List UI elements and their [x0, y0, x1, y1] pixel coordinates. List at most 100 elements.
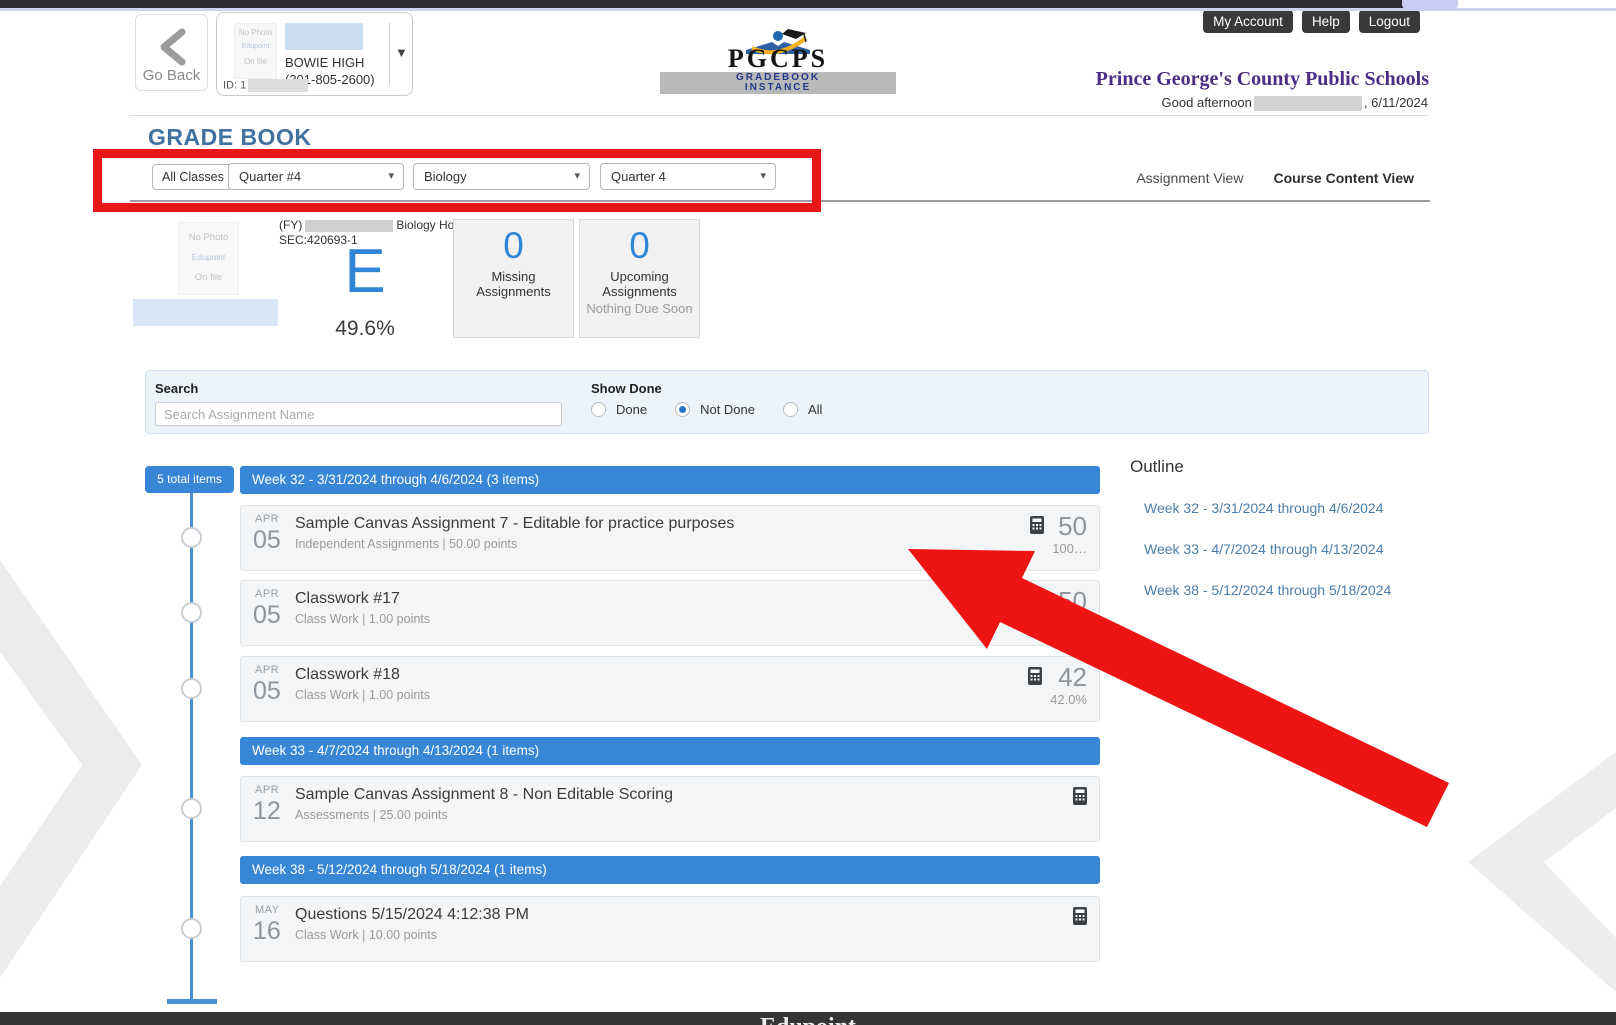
timeline-node: [181, 918, 202, 939]
outline-link-week33[interactable]: Week 33 - 4/7/2024 through 4/13/2024: [1144, 541, 1383, 557]
assignment-month: MAY: [255, 904, 280, 916]
back-chevron-icon: [154, 27, 192, 67]
assignment-score: 42: [1058, 663, 1087, 691]
view-switcher: Assignment View Course Content View: [1136, 170, 1414, 186]
missing-assignments-card[interactable]: 0 Missing Assignments: [453, 219, 574, 338]
term-dropdown[interactable]: Quarter #4▾: [228, 163, 404, 190]
assignment-row[interactable]: APR 05 Classwork #18 Class Work | 1.00 p…: [240, 656, 1100, 722]
assignment-meta: Class Work | 1.00 points: [295, 612, 430, 626]
grade-letter: E: [337, 240, 393, 304]
assignment-title: Classwork #18: [295, 666, 400, 684]
outline-title: Outline: [1130, 457, 1184, 477]
assignment-day: 12: [253, 797, 281, 826]
assignment-score: 50: [1058, 587, 1087, 615]
upcoming-label: Upcoming Assignments: [580, 269, 699, 299]
radio-all[interactable]: [783, 402, 798, 417]
assignment-percent: 42.0%: [1050, 692, 1087, 707]
assignment-score-block: [1073, 783, 1087, 805]
footer-bar: Edupoint: [0, 1012, 1616, 1025]
assignment-title: Sample Canvas Assignment 7 - Editable fo…: [295, 515, 734, 533]
assignment-month: APR: [255, 513, 279, 525]
assignment-score-block: 50 100…: [1030, 512, 1087, 556]
tab-assignment-view[interactable]: Assignment View: [1136, 170, 1243, 186]
student-dropdown-caret-icon[interactable]: ▼: [395, 45, 408, 60]
assignment-row[interactable]: APR 05 Sample Canvas Assignment 7 - Edit…: [240, 505, 1100, 571]
assignment-row[interactable]: APR 05 Classwork #17 Class Work | 1.00 p…: [240, 580, 1100, 646]
chevron-down-icon: ▾: [388, 164, 394, 189]
student-id-redacted: [248, 79, 308, 92]
week-header-33: Week 33 - 4/7/2024 through 4/13/2024 (1 …: [240, 737, 1100, 765]
total-items-badge: 5 total items: [145, 466, 234, 493]
show-done-label: Show Done: [591, 381, 662, 396]
assignment-row[interactable]: MAY 16 Questions 5/15/2024 4:12:38 PM Cl…: [240, 896, 1100, 962]
radio-not-done-label: Not Done: [700, 402, 755, 417]
top-dark-strip: [0, 0, 1405, 8]
outline-link-week38[interactable]: Week 38 - 5/12/2024 through 5/18/2024: [1144, 582, 1391, 598]
student-name-redacted-large: [133, 299, 278, 326]
assignment-month: APR: [255, 664, 279, 676]
footer-brand: Edupoint: [0, 1014, 1616, 1025]
class-dropdown-value: Biology: [424, 169, 467, 184]
help-button[interactable]: Help: [1302, 10, 1350, 33]
quarter-dropdown-value: Quarter 4: [611, 169, 666, 184]
assignment-percent: 100…: [1052, 541, 1087, 556]
assignment-meta: Assessments | 25.00 points: [295, 808, 448, 822]
week-header-32: Week 32 - 3/31/2024 through 4/6/2024 (3 …: [240, 466, 1100, 494]
on-file-text: On file: [235, 57, 276, 66]
page-title: GRADE BOOK: [148, 124, 311, 151]
edupoint-watermark: Edupoint: [235, 43, 276, 50]
timeline-end-cap: [167, 999, 217, 1004]
district-name: Prince George's County Public Schools: [1089, 68, 1429, 91]
calculator-icon: [1028, 667, 1042, 685]
greeting-date: , 6/11/2024: [1364, 95, 1428, 110]
assignment-score-block: 50: [1036, 587, 1087, 616]
radio-done[interactable]: [591, 402, 606, 417]
search-input[interactable]: [155, 402, 562, 426]
pgcps-logo: PGCPS GRADEBOOK INSTANCE: [660, 36, 896, 94]
assignment-month: APR: [255, 784, 279, 796]
chevron-down-icon: ▾: [574, 164, 580, 189]
radio-not-done[interactable]: [675, 402, 690, 417]
quarter-dropdown[interactable]: Quarter 4▾: [600, 163, 776, 190]
assignment-meta: Independent Assignments | 50.00 points: [295, 537, 517, 551]
top-hairline: [0, 8, 1616, 11]
logo-brand-text: PGCPS: [660, 46, 896, 72]
calculator-icon: [1030, 516, 1044, 534]
assignment-title: Questions 5/15/2024 4:12:38 PM: [295, 906, 529, 924]
search-panel: Search Show Done Done Not Done All: [145, 370, 1429, 434]
assignment-score-block: 42 42.0%: [1028, 663, 1087, 707]
radio-done-label: Done: [616, 402, 647, 417]
card-divider: [389, 23, 390, 85]
assignment-score: 50: [1058, 512, 1087, 540]
show-done-radio-group: Done Not Done All: [591, 402, 840, 417]
student-selector-card[interactable]: No Photo Edupoint On file BOWIE HIGH (30…: [216, 12, 413, 96]
student-id: ID: 1: [223, 79, 308, 92]
timeline-node: [181, 602, 202, 623]
header-divider: [130, 115, 1429, 116]
upcoming-assignments-card[interactable]: 0 Upcoming Assignments Nothing Due Soon: [579, 219, 700, 338]
all-classes-button[interactable]: All Classes: [152, 164, 234, 190]
no-photo-text: No Photo: [235, 28, 276, 37]
assignment-row[interactable]: APR 12 Sample Canvas Assignment 8 - Non …: [240, 776, 1100, 842]
calculator-icon: [1073, 907, 1087, 925]
logo-instance-line2: INSTANCE: [660, 83, 896, 93]
go-back-button[interactable]: Go Back: [135, 14, 208, 91]
assignment-day: 05: [253, 677, 281, 706]
assignment-month: APR: [255, 588, 279, 600]
teacher-name-redacted: [305, 220, 393, 232]
assignment-meta: Class Work | 1.00 points: [295, 688, 430, 702]
class-dropdown[interactable]: Biology ▾: [413, 163, 590, 190]
outline-link-week32[interactable]: Week 32 - 3/31/2024 through 4/6/2024: [1144, 500, 1383, 516]
tab-course-content-view[interactable]: Course Content View: [1273, 170, 1414, 186]
on-file-text: On file: [179, 272, 238, 283]
logout-button[interactable]: Logout: [1359, 10, 1420, 33]
summary-photo-placeholder: No Photo Edupoint On file: [178, 222, 239, 295]
my-account-button[interactable]: My Account: [1203, 10, 1293, 33]
calculator-icon: [1036, 591, 1050, 609]
calculator-icon: [1073, 787, 1087, 805]
assignment-meta: Class Work | 10.00 points: [295, 928, 437, 942]
upcoming-count: 0: [580, 226, 699, 266]
filter-divider: [130, 200, 1430, 202]
assignment-day: 05: [253, 601, 281, 630]
assignment-title: Classwork #17: [295, 590, 400, 608]
